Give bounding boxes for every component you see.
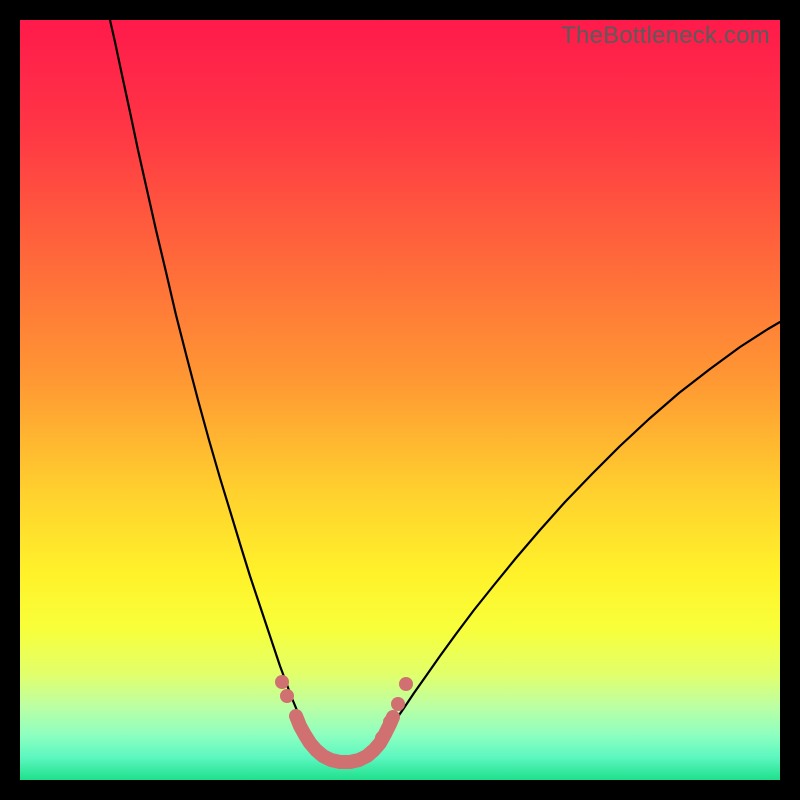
- marker-dot: [275, 675, 289, 689]
- marker-dot: [399, 677, 413, 691]
- marker-dot: [391, 697, 405, 711]
- marker-dot: [383, 715, 397, 729]
- chart-svg: [20, 20, 780, 780]
- chart-frame: TheBottleneck.com: [20, 20, 780, 780]
- watermark-text: TheBottleneck.com: [561, 22, 770, 50]
- marker-dot: [375, 731, 389, 745]
- marker-dot: [280, 689, 294, 703]
